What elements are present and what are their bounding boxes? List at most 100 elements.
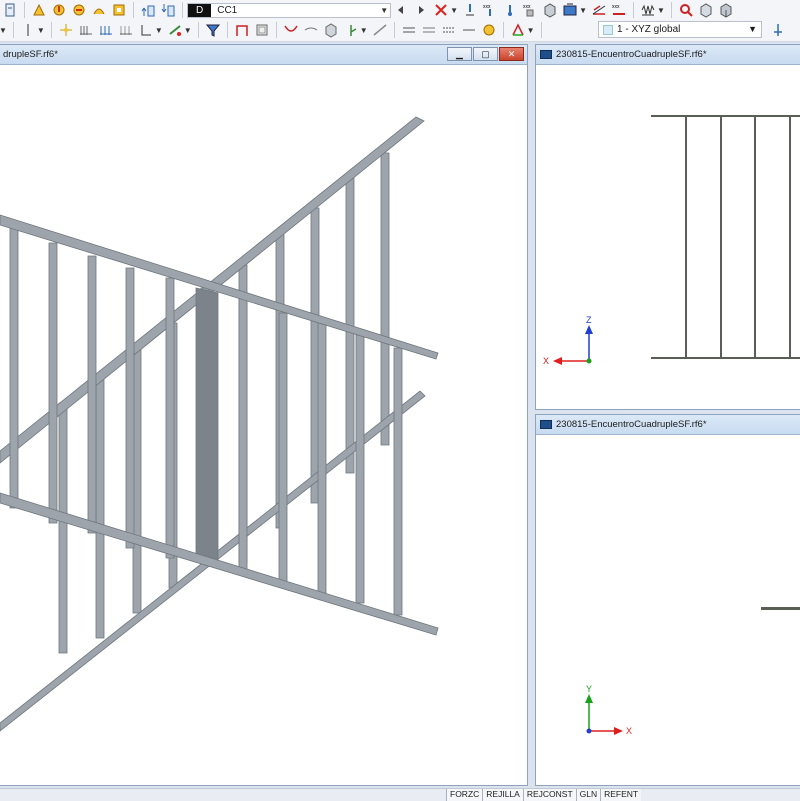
top-view-window[interactable]: 230815-EncuentroCuadrupleSF.rf6* Y X (535, 414, 800, 786)
load-icon[interactable] (31, 2, 47, 18)
chevron-down-icon[interactable]: ▼ (0, 26, 7, 35)
chevron-down-icon[interactable]: ▼ (657, 6, 665, 15)
main-window-titlebar[interactable]: drupleSF.rf6* ▁ ▢ ✕ (0, 45, 527, 65)
member-load-icon[interactable] (71, 2, 87, 18)
spring-icon[interactable] (640, 2, 656, 18)
wire-icon[interactable] (372, 22, 388, 38)
main-3d-window[interactable]: drupleSF.rf6* ▁ ▢ ✕ (0, 44, 528, 786)
result-up-icon[interactable] (140, 2, 156, 18)
maximize-button[interactable]: ▢ (473, 47, 498, 61)
toolbar-separator (24, 2, 25, 18)
support-reactions-icon[interactable] (462, 2, 478, 18)
values-on-icon[interactable]: xxx (611, 2, 627, 18)
dimension-icon[interactable] (401, 22, 417, 38)
color-scale-icon[interactable] (510, 22, 526, 38)
deformation-xyz-icon[interactable]: xxx (482, 2, 498, 18)
coordinate-system-icon[interactable] (138, 22, 154, 38)
toolbar-separator (393, 22, 395, 38)
front-view-model: Z X (543, 115, 800, 366)
internal-forces-icon[interactable] (502, 2, 518, 18)
chevron-down-icon[interactable]: ▼ (155, 26, 163, 35)
window-icon (540, 50, 552, 59)
visibility-icon[interactable] (461, 22, 477, 38)
chevron-down-icon[interactable]: ▼ (579, 6, 587, 15)
hide-results-icon[interactable] (433, 2, 449, 18)
pin-icon[interactable] (770, 22, 786, 38)
close-button[interactable]: ✕ (499, 47, 524, 61)
chevron-down-icon[interactable]: ▼ (184, 26, 192, 35)
window-icon (540, 420, 552, 429)
chevron-down-icon[interactable]: ▼ (360, 26, 368, 35)
load-case-type: D (188, 3, 212, 17)
cube-view-alt-icon[interactable] (718, 2, 734, 18)
node-load-icon[interactable] (51, 2, 67, 18)
chevron-down-icon[interactable]: ▼ (37, 26, 45, 35)
wall-a-stud (355, 334, 365, 604)
chevron-down-icon[interactable]: ▼ (380, 6, 388, 15)
cube-view-icon[interactable] (698, 2, 714, 18)
toolbar-separator (182, 2, 183, 18)
solid-load-icon[interactable] (111, 2, 127, 18)
front-view-titlebar[interactable]: 230815-EncuentroCuadrupleSF.rf6* (536, 45, 800, 65)
solid-view-icon[interactable] (542, 2, 558, 18)
delete-results-icon[interactable] (678, 2, 694, 18)
toolbar-separator (50, 22, 52, 38)
main-3d-viewport[interactable] (0, 66, 527, 785)
guideline-icon[interactable] (118, 22, 134, 38)
previous-load-case-icon[interactable] (393, 2, 409, 18)
surface-load-icon[interactable] (91, 2, 107, 18)
object-snap-icon[interactable] (98, 22, 114, 38)
top-view-viewport[interactable]: Y X (536, 436, 800, 785)
hinge-icon[interactable] (303, 22, 319, 38)
snap-node-icon[interactable] (58, 22, 74, 38)
guide-object-icon[interactable] (441, 22, 457, 38)
filter-icon[interactable] (205, 22, 221, 38)
front-view-frame (651, 115, 800, 359)
main-window-title: drupleSF.rf6* (3, 49, 58, 60)
view-swatch (603, 24, 613, 35)
toolbar-row-1: D CC1 ▼ ▼ xxx xxx ▼ xxx ▼ (0, 0, 800, 21)
toolbar-separator (12, 22, 14, 38)
frame-icon[interactable] (234, 22, 250, 38)
display-options-icon[interactable] (562, 2, 578, 18)
member-type-icon[interactable] (167, 22, 183, 38)
next-load-case-icon[interactable] (413, 2, 429, 18)
result-values-icon[interactable]: xxx (522, 2, 538, 18)
front-view-window[interactable]: 230815-EncuentroCuadrupleSF.rf6* Z X (535, 44, 800, 410)
cursor-icon[interactable] (20, 22, 36, 38)
solid-model-icon[interactable] (323, 22, 339, 38)
load-case-selector[interactable]: D CC1 ▼ (187, 2, 392, 18)
status-button-gln[interactable]: GLN (575, 788, 601, 801)
front-view-viewport[interactable]: Z X (536, 66, 800, 409)
top-view-model: Y X (585, 607, 800, 736)
document-icon[interactable] (2, 2, 18, 18)
section-icon[interactable] (254, 22, 270, 38)
main-window-controls: ▁ ▢ ✕ (447, 47, 524, 61)
wall-a-stud (9, 227, 19, 509)
status-button-rejilla[interactable]: REJILLA (482, 788, 523, 801)
chevron-down-icon[interactable]: ▼ (748, 24, 757, 34)
deformation-icon[interactable] (283, 22, 299, 38)
comment-icon[interactable] (421, 22, 437, 38)
status-button-rejconst[interactable]: REJCONST (522, 788, 576, 801)
wall-a-stud (87, 255, 97, 534)
chevron-down-icon[interactable]: ▼ (527, 26, 535, 35)
view-selector-value: 1 - XYZ global (617, 24, 681, 35)
top-view-member (761, 607, 800, 610)
top-view-titlebar[interactable]: 230815-EncuentroCuadrupleSF.rf6* (536, 415, 800, 435)
chevron-down-icon[interactable]: ▼ (450, 6, 458, 15)
load-case-name: CC1 (217, 4, 238, 16)
wall-b-stud (380, 152, 390, 446)
status-button-forzc[interactable]: FORZC (446, 788, 483, 801)
grid-snap-icon[interactable] (78, 22, 94, 38)
status-bar: FORZC REJILLA REJCONST GLN REFENT (0, 788, 800, 801)
colors-icon[interactable] (481, 22, 497, 38)
wall-b-stud (58, 402, 68, 654)
minimize-button[interactable]: ▁ (447, 47, 472, 61)
view-selector[interactable]: 1 - XYZ global ▼ (598, 21, 762, 38)
status-button-refent[interactable]: REFENT (600, 788, 642, 801)
local-axes-icon[interactable] (343, 22, 359, 38)
scaling-icon[interactable] (591, 2, 607, 18)
result-down-icon[interactable] (160, 2, 176, 18)
wall-a-stud (48, 242, 58, 524)
